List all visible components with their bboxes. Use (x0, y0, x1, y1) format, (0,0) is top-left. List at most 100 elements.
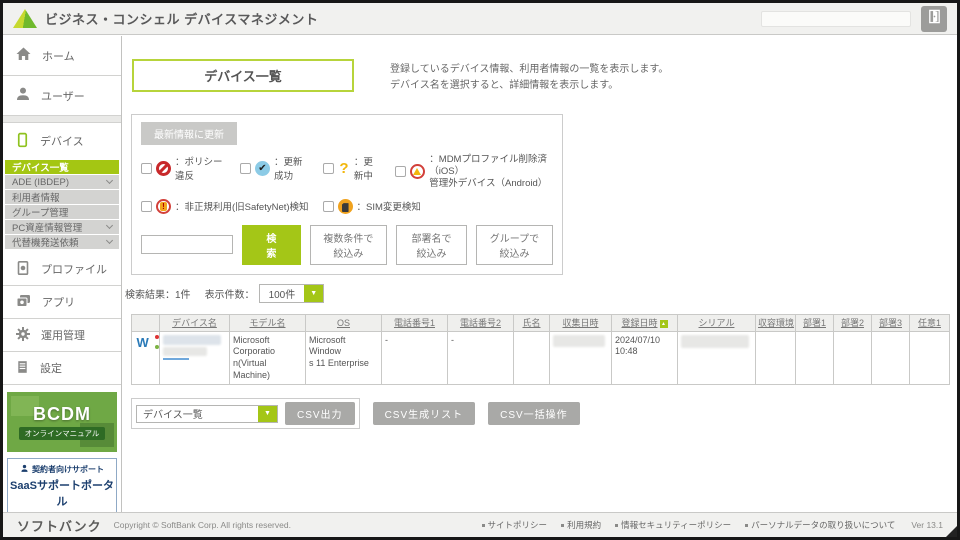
column-header-os[interactable]: OS (305, 313, 382, 332)
app-title: ビジネス・コンシェル デバイスマネジメント (45, 12, 319, 27)
saas-support-banner[interactable]: 契約者向けサポート SaaSサポートポータル 管理者向けFAQ・フォームでの ヘ… (7, 458, 117, 512)
filter-updating: ：更新中 (322, 154, 381, 182)
chevron-down-icon (258, 405, 277, 422)
footer-link-terms[interactable]: 利用規約 (561, 519, 601, 531)
gear-icon (15, 326, 31, 345)
group-filter-button[interactable]: グループで絞込み (475, 224, 553, 265)
user-id-blurred (761, 10, 911, 27)
sidebar-item-device[interactable]: デバイス (3, 123, 121, 159)
sidebar-item-label: ホーム (42, 50, 75, 63)
exclamation-icon: ! (156, 198, 171, 214)
filter-policy-violation: ：ポリシー違反 (141, 154, 226, 182)
serial-cell (677, 330, 756, 386)
csv-export-button[interactable]: CSV出力 (285, 402, 355, 426)
name-cell (513, 330, 550, 386)
sidebar-item-profile[interactable]: プロファイル (3, 253, 121, 286)
submenu-replacement-device[interactable]: 代替機発送依頼 (5, 235, 119, 249)
column-header-model[interactable]: モデル名 (229, 313, 306, 332)
column-header-dept2[interactable]: 部署2 (833, 313, 872, 332)
csv-list-button[interactable]: CSV生成リスト (372, 402, 476, 426)
apps-icon (15, 293, 32, 312)
refresh-button[interactable]: 最新情報に更新 (141, 122, 237, 145)
search-input[interactable] (141, 235, 233, 255)
registered-cell: 2024/07/10 10:48 (611, 330, 678, 386)
page-description: 登録しているデバイス情報、利用者情報の一覧を表示します。 デバイス名を選択すると… (390, 64, 669, 91)
result-count: 検索結果：1件 (125, 289, 191, 301)
sidebar-item-apps[interactable]: アプリ (3, 286, 121, 319)
department-filter-button[interactable]: 部署名で絞込み (396, 224, 467, 265)
submenu-ade-ibdep[interactable]: ADE (IBDEP) (5, 175, 119, 189)
footer-link-security-policy[interactable]: 情報セキュリティーポリシー (615, 519, 731, 531)
column-header-device-name[interactable]: デバイス名 (159, 313, 230, 332)
main-content: デバイス一覧 登録しているデバイス情報、利用者情報の一覧を表示します。 デバイス… (123, 36, 957, 512)
sim-change-checkbox[interactable] (322, 200, 334, 212)
updating-checkbox[interactable] (322, 162, 334, 174)
unauthorized-use-checkbox[interactable] (141, 200, 152, 212)
bullet-icon (745, 523, 749, 527)
sidebar: ホーム ユーザー デバイス デバイス一覧 ADE (IBDEP) 利用者情報 グ… (3, 36, 122, 512)
dept1-cell (795, 330, 834, 386)
column-header-collected[interactable]: 収集日時 (549, 313, 612, 332)
policy-violation-checkbox[interactable] (141, 162, 152, 174)
footer-link-personal-data[interactable]: パーソナルデータの取り扱いについて (745, 519, 895, 531)
column-header-serial[interactable]: シリアル (677, 313, 756, 332)
collected-cell (549, 330, 612, 386)
page-size-label: 表示件数： (204, 289, 255, 301)
submenu-pc-asset[interactable]: PC資産情報管理 (5, 220, 119, 234)
dept3-cell (871, 330, 910, 386)
chevron-down-icon (105, 176, 114, 185)
filter-update-success: ：更新成功 (240, 154, 309, 182)
export-target-select[interactable]: デバイス一覧 (136, 404, 278, 423)
footer-link-site-policy[interactable]: サイトポリシー (481, 519, 547, 531)
page-size-select[interactable]: 100件 (258, 283, 325, 303)
user-icon (15, 86, 31, 105)
logout-button[interactable] (921, 5, 947, 32)
update-success-checkbox[interactable] (240, 162, 251, 174)
sim-icon (337, 198, 353, 214)
sidebar-item-home[interactable]: ホーム (3, 36, 121, 76)
csv-batch-button[interactable]: CSV一括操作 (488, 402, 580, 426)
column-header-dept1[interactable]: 部署1 (795, 313, 834, 332)
bcdm-banner-subtitle: オンラインマニュアル (18, 427, 106, 440)
status-green-dot-icon (154, 344, 159, 349)
copyright-text: Copyright © SoftBank Corp. All rights re… (113, 520, 291, 530)
device-name-blurred (163, 346, 207, 356)
multi-condition-filter-button[interactable]: 複数条件で絞込み (309, 224, 388, 265)
profile-icon (15, 260, 31, 279)
column-header-name[interactable]: 氏名 (513, 313, 550, 332)
status-column-header (131, 313, 160, 332)
device-name-cell[interactable] (159, 330, 230, 386)
search-button[interactable]: 検索 (242, 224, 301, 265)
sidebar-item-label: デバイス (40, 136, 84, 148)
column-header-environment[interactable]: 収容環境 (755, 313, 796, 332)
column-header-phone1[interactable]: 電話番号1 (381, 313, 448, 332)
sidebar-item-label: プロファイル (41, 264, 107, 276)
submenu-user-info[interactable]: 利用者情報 (5, 190, 119, 204)
serial-blurred (681, 334, 749, 348)
collected-date-blurred (553, 334, 605, 347)
sidebar-item-settings[interactable]: 設定 (3, 352, 121, 385)
column-header-registered[interactable]: 登録日時 (611, 313, 678, 332)
bcdm-manual-banner[interactable]: BCDM オンラインマニュアル (7, 392, 117, 452)
device-table: デバイス名 モデル名 OS 電話番号1 電話番号2 氏名 収集日時 登録日時 シ… (131, 313, 957, 386)
submenu-group-management[interactable]: グループ管理 (5, 205, 119, 219)
device-name-link-underline (163, 357, 189, 360)
sidebar-item-label: ユーザー (41, 90, 85, 103)
column-header-dept3[interactable]: 部署3 (871, 313, 910, 332)
column-header-custom1[interactable]: 任意1 (909, 313, 950, 332)
submenu-device-list[interactable]: デバイス一覧 (5, 160, 119, 174)
device-status-cell: W (131, 330, 160, 386)
mdm-removed-checkbox[interactable] (395, 166, 407, 178)
chevron-down-icon (105, 221, 114, 230)
sidebar-item-operation[interactable]: 運用管理 (3, 319, 121, 352)
sidebar-item-label: アプリ (42, 297, 75, 309)
filter-panel: 最新情報に更新 ：ポリシー違反 ：更新成功 ：更新中 (131, 114, 563, 275)
sort-ascending-icon (659, 319, 668, 328)
prohibition-icon (156, 160, 171, 176)
sidebar-item-user[interactable]: ユーザー (3, 76, 121, 116)
sidebar-divider (3, 116, 121, 123)
support-line1: 契約者向けサポート (32, 465, 104, 474)
windows-os-icon: W (136, 334, 149, 350)
column-header-phone2[interactable]: 電話番号2 (447, 313, 514, 332)
device-icon (15, 132, 30, 151)
